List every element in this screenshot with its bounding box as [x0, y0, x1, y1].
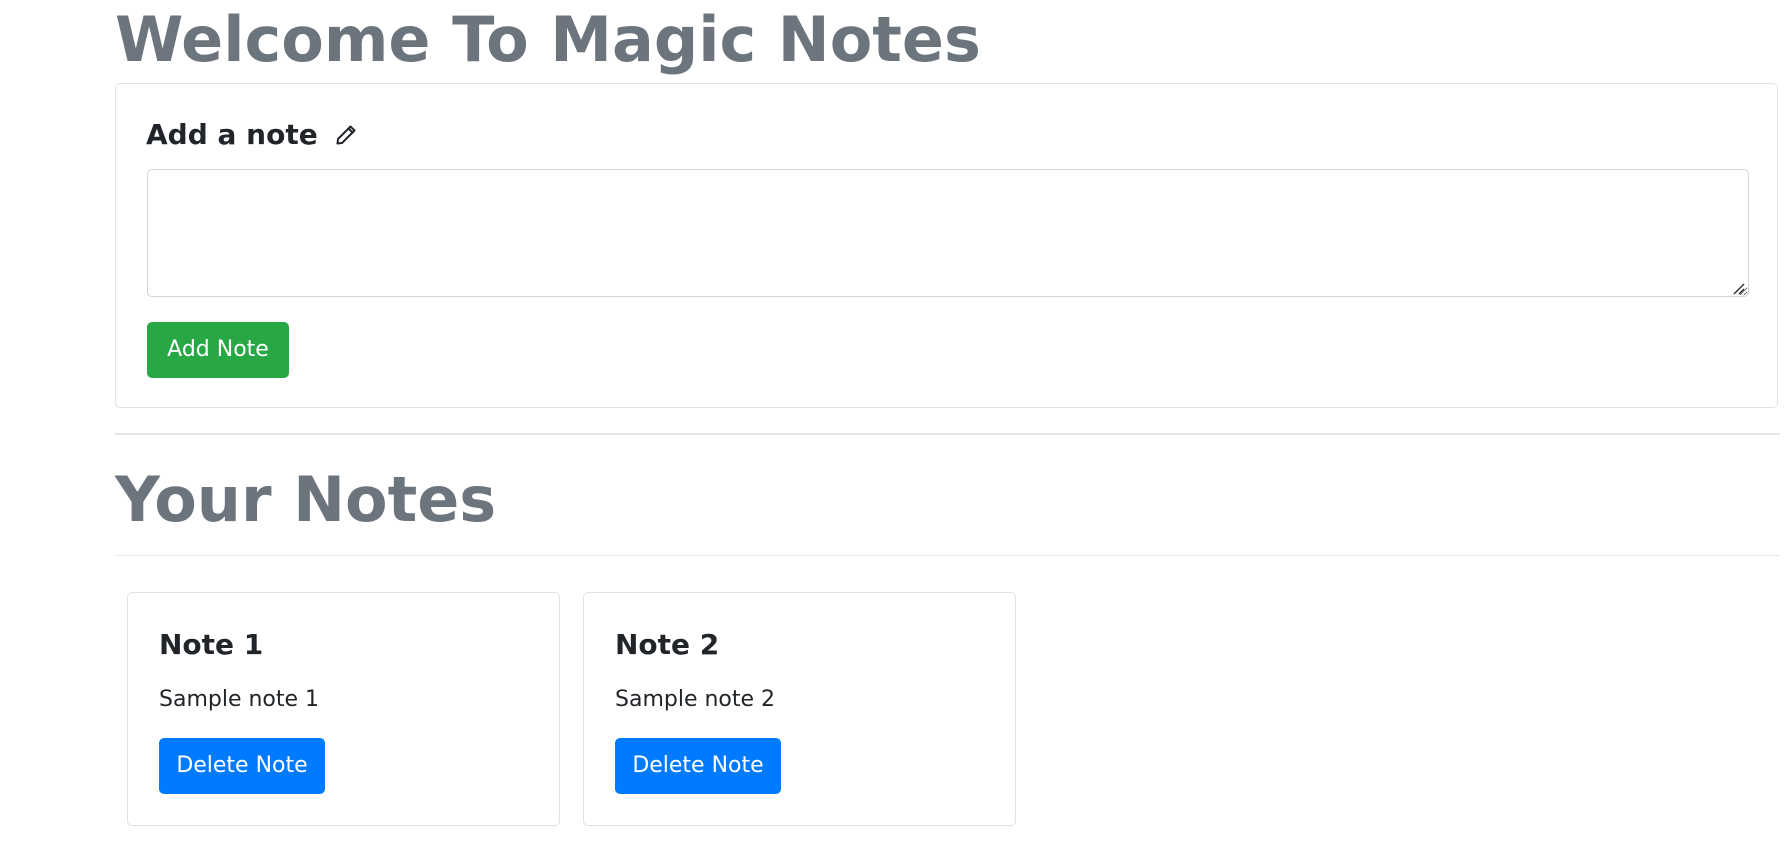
note-title: Note 1	[159, 628, 264, 661]
page-title: Welcome To Magic Notes	[115, 3, 981, 76]
add-note-button[interactable]: Add Note	[147, 322, 289, 378]
page: Welcome To Magic Notes Add a note Add No…	[0, 0, 1792, 862]
section-divider	[115, 433, 1780, 435]
delete-note-button[interactable]: Delete Note	[159, 738, 325, 794]
note-title: Note 2	[615, 628, 720, 661]
note-card: Note 1 Sample note 1 Delete Note	[127, 592, 560, 826]
pencil-icon	[334, 123, 358, 147]
note-text: Sample note 1	[159, 687, 320, 712]
your-notes-title: Your Notes	[115, 463, 497, 536]
add-note-textarea[interactable]	[147, 169, 1749, 297]
add-note-heading: Add a note	[146, 113, 358, 157]
note-text: Sample note 2	[615, 687, 776, 712]
add-note-heading-text: Add a note	[146, 118, 318, 151]
note-card: Note 2 Sample note 2 Delete Note	[583, 592, 1016, 826]
delete-note-button[interactable]: Delete Note	[615, 738, 781, 794]
notes-divider	[115, 555, 1780, 556]
